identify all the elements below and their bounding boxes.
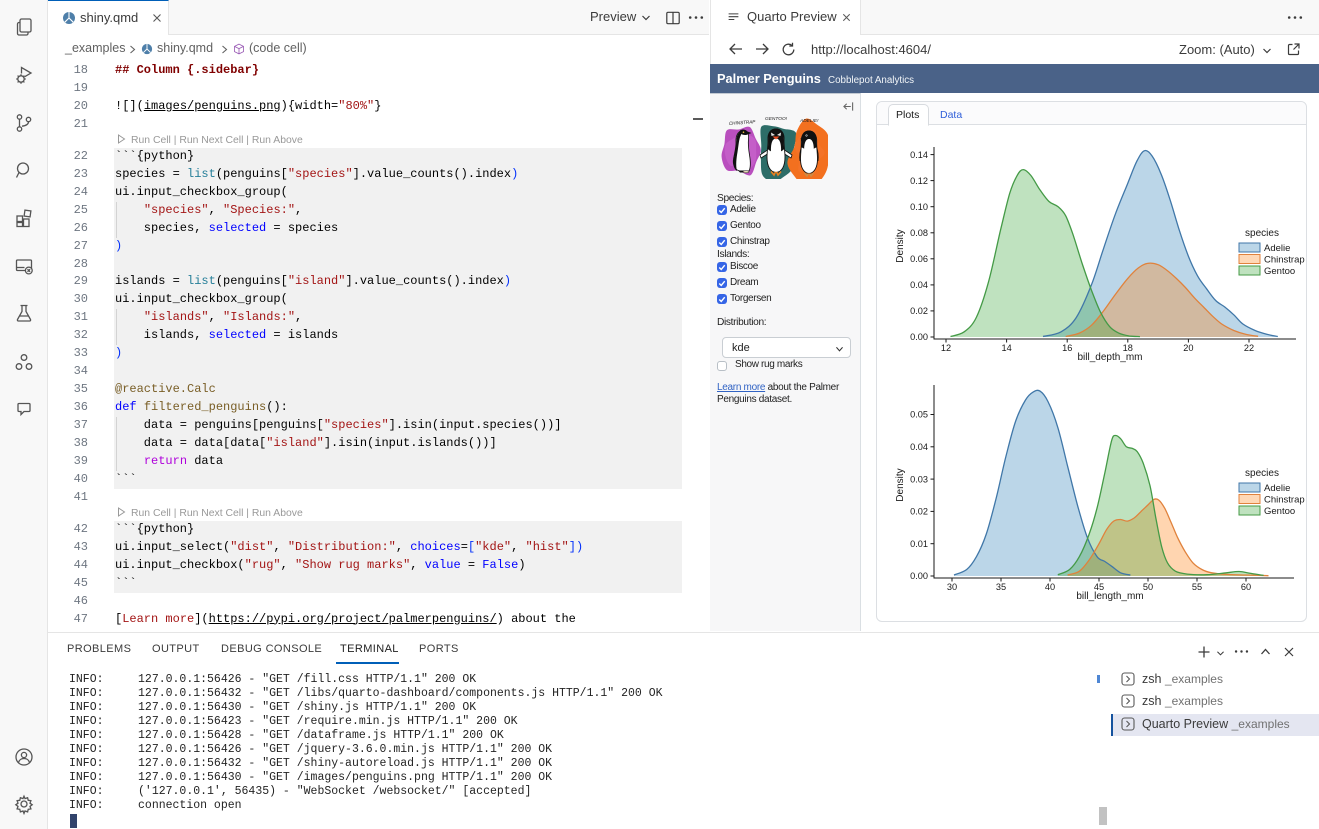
svg-text:0.04: 0.04	[910, 442, 928, 452]
svg-text:ADELIE!: ADELIE!	[799, 118, 819, 124]
svg-text:Density: Density	[895, 468, 906, 501]
svg-text:60: 60	[1241, 582, 1251, 592]
svg-text:0.03: 0.03	[910, 474, 928, 484]
svg-text:0.12: 0.12	[910, 176, 928, 186]
svg-text:Gentoo: Gentoo	[1264, 266, 1295, 277]
svg-text:16: 16	[1062, 343, 1072, 353]
svg-text:bill_length_mm: bill_length_mm	[1076, 591, 1143, 602]
svg-text:GENTOO!: GENTOO!	[765, 116, 788, 122]
svg-text:0.00: 0.00	[910, 332, 928, 342]
svg-text:30: 30	[947, 582, 957, 592]
svg-text:Density: Density	[895, 229, 906, 262]
svg-text:species: species	[1245, 228, 1279, 239]
svg-text:Gentoo: Gentoo	[1264, 506, 1295, 517]
svg-text:20: 20	[1183, 343, 1193, 353]
svg-text:CHINSTRAP: CHINSTRAP	[729, 119, 757, 126]
svg-text:0.00: 0.00	[910, 571, 928, 581]
svg-text:bill_depth_mm: bill_depth_mm	[1077, 352, 1142, 363]
svg-text:35: 35	[996, 582, 1006, 592]
svg-text:0.14: 0.14	[910, 150, 928, 160]
svg-text:22: 22	[1244, 343, 1254, 353]
svg-text:0.06: 0.06	[910, 254, 928, 264]
svg-text:0.02: 0.02	[910, 507, 928, 517]
svg-text:0.08: 0.08	[910, 228, 928, 238]
svg-text:40: 40	[1045, 582, 1055, 592]
svg-text:Adelie: Adelie	[1264, 483, 1290, 494]
svg-text:55: 55	[1192, 582, 1202, 592]
svg-text:12: 12	[941, 343, 951, 353]
svg-text:0.10: 0.10	[910, 202, 928, 212]
svg-text:Chinstrap: Chinstrap	[1264, 495, 1305, 506]
svg-text:0.02: 0.02	[910, 306, 928, 316]
svg-text:species: species	[1245, 468, 1279, 479]
svg-text:Adelie: Adelie	[1264, 243, 1290, 254]
svg-text:14: 14	[1001, 343, 1011, 353]
svg-text:0.04: 0.04	[910, 280, 928, 290]
svg-text:0.05: 0.05	[910, 410, 928, 420]
svg-text:0.01: 0.01	[910, 539, 928, 549]
svg-text:50: 50	[1143, 582, 1153, 592]
svg-text:Chinstrap: Chinstrap	[1264, 255, 1305, 266]
